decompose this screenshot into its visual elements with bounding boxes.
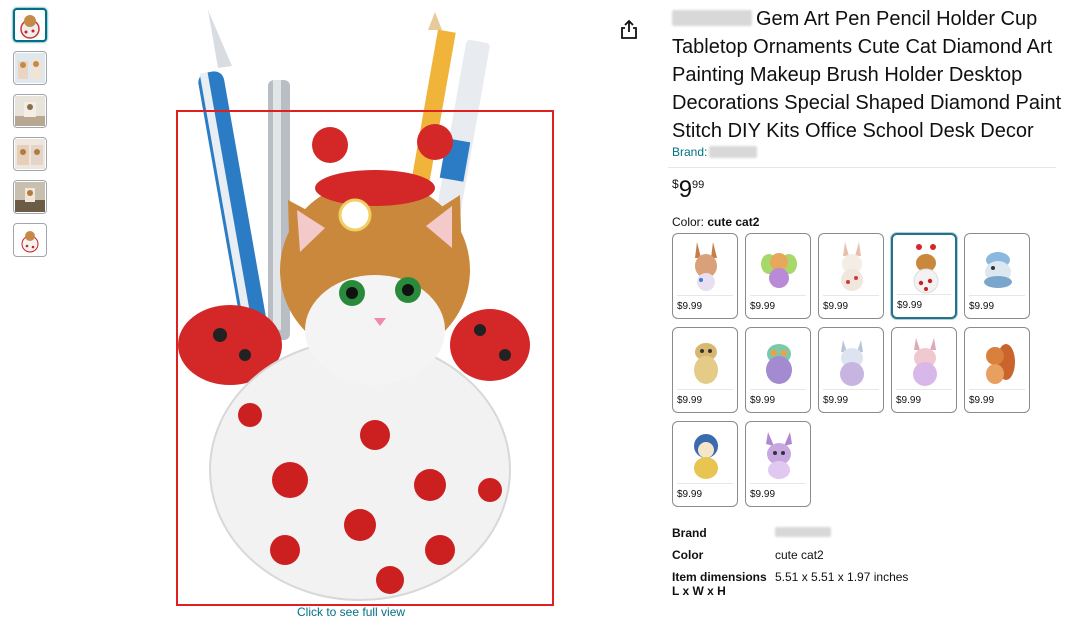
share-icon[interactable] — [619, 19, 639, 41]
spec-value-brand — [775, 522, 835, 544]
color-swatch-5[interactable]: $9.99 — [964, 233, 1030, 319]
swatch-price: $9.99 — [750, 483, 806, 506]
swatch-price: $9.99 — [969, 389, 1025, 412]
color-swatch-2[interactable]: $9.99 — [745, 233, 811, 319]
price-whole: 9 — [678, 176, 693, 203]
swatch-price: $9.99 — [969, 295, 1025, 318]
brand-link[interactable]: Brand: — [672, 145, 1067, 163]
main-product-image[interactable] — [160, 0, 580, 605]
swatch-price: $9.99 — [896, 389, 952, 412]
redacted-brand-name — [672, 10, 752, 26]
color-swatch-10[interactable]: $9.99 — [964, 327, 1030, 413]
price-fraction: 99 — [692, 179, 705, 191]
redacted-brand-value — [775, 527, 831, 537]
product-details: Gem Art Pen Pencil Holder Cup Tabletop O… — [668, 0, 1067, 598]
color-swatch-4[interactable]: $9.99 — [891, 233, 957, 319]
cat-pen-holder-illustration — [178, 10, 530, 601]
spec-value-color: cute cat2 — [775, 548, 824, 562]
price: $999 — [672, 176, 1067, 208]
color-swatch-11[interactable]: $9.99 — [672, 421, 738, 507]
swatch-price: $9.99 — [823, 389, 879, 412]
swatch-price: $9.99 — [677, 483, 733, 506]
color-label: Color: cute cat2 — [672, 215, 1067, 229]
swatch-price: $9.99 — [677, 389, 733, 412]
swatch-price: $9.99 — [750, 389, 806, 412]
color-swatch-7[interactable]: $9.99 — [745, 327, 811, 413]
product-specs: Brand Color cute cat2 Item dimensions 5.… — [672, 522, 1067, 598]
swatch-price: $9.99 — [823, 295, 879, 318]
thumbnail-6[interactable] — [13, 223, 47, 257]
thumbnail-2[interactable] — [13, 51, 47, 85]
color-swatches: $9.99 $9.99 $9.99 $9.99 $9.99 $9.99 $9.9… — [672, 233, 1067, 507]
product-title-text: Gem Art Pen Pencil Holder Cup Tabletop O… — [672, 8, 1062, 142]
price-symbol: $ — [672, 177, 679, 191]
spec-key-color: Color — [672, 548, 704, 562]
thumbnail-1[interactable] — [13, 8, 47, 42]
color-swatch-8[interactable]: $9.99 — [818, 327, 884, 413]
redacted-brand-link — [709, 146, 758, 158]
spec-value-dimensions: 5.51 x 5.51 x 1.97 inches — [775, 570, 909, 584]
swatch-price: $9.99 — [750, 295, 806, 318]
color-swatch-12[interactable]: $9.99 — [745, 421, 811, 507]
selected-color-value: cute cat2 — [707, 215, 760, 229]
thumbnail-4[interactable] — [13, 137, 47, 171]
divider — [668, 167, 1056, 168]
product-title: Gem Art Pen Pencil Holder Cup Tabletop O… — [672, 5, 1067, 145]
thumbnail-5[interactable] — [13, 180, 47, 214]
brand-prefix: Brand: — [672, 145, 708, 159]
swatch-price: $9.99 — [677, 295, 733, 318]
spec-row-color: Color cute cat2 — [672, 544, 1067, 566]
spec-row-brand: Brand — [672, 522, 1067, 544]
color-swatch-9[interactable]: $9.99 — [891, 327, 957, 413]
swatch-price: $9.99 — [897, 294, 951, 317]
spec-key-brand: Brand — [672, 526, 707, 540]
thumbnail-3[interactable] — [13, 94, 47, 128]
color-label-prefix: Color: — [672, 215, 705, 229]
thumbnail-strip — [13, 8, 51, 266]
color-swatch-3[interactable]: $9.99 — [818, 233, 884, 319]
color-swatch-6[interactable]: $9.99 — [672, 327, 738, 413]
color-swatch-1[interactable]: $9.99 — [672, 233, 738, 319]
click-to-see-full-view-link[interactable]: Click to see full view — [297, 605, 405, 619]
